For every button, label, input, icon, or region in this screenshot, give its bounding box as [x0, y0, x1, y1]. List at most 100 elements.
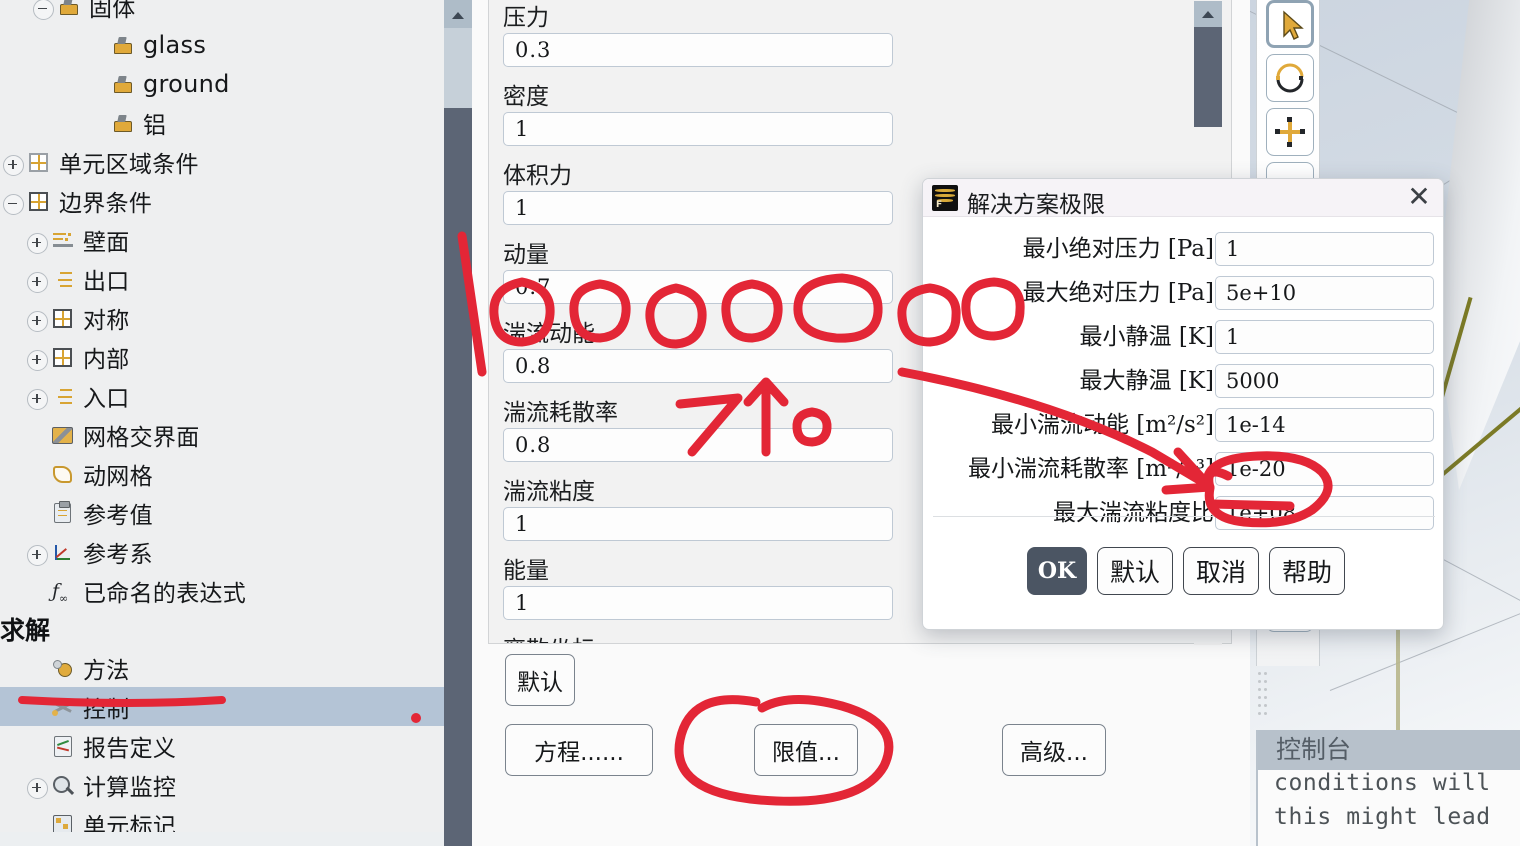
tree-expander-plus-icon[interactable]	[24, 772, 50, 799]
outline-tree-panel[interactable]: 固体 glass ground 铝单元区域条件边界条件壁面出口对称 内部入口网格交界面动…	[0, 0, 444, 832]
control-field-5: 湍流耗散率 0.8	[503, 398, 893, 462]
limit-row-5: 最小湍流耗散率 [m²/s³] 1e-20	[923, 452, 1443, 496]
limit-row-input[interactable]: 1e+08	[1215, 496, 1434, 530]
cancel-button[interactable]: 取消	[1183, 547, 1259, 595]
tree-item-label: 入口	[83, 385, 130, 412]
tree-expander-plus-icon[interactable]	[24, 305, 50, 332]
tree-expander-minus-icon[interactable]	[30, 0, 56, 20]
solution-limits-dialog[interactable]: F 解决方案极限 ✕ 最小绝对压力 [Pa] 1 最大绝对压力 [Pa] 5e+10 最…	[922, 178, 1444, 630]
grid-icon	[26, 189, 52, 213]
limit-row-input[interactable]: 1	[1215, 320, 1434, 354]
clipboard-icon	[50, 500, 76, 525]
control-field-input[interactable]: 0.8	[503, 428, 893, 462]
panel-resize-grip[interactable]	[1258, 672, 1270, 724]
tree-expander-spacer	[24, 733, 50, 759]
tree-item-label: 出口	[83, 268, 130, 295]
console-panel[interactable]: 控制台 conditions will this might lead	[1256, 730, 1520, 846]
tree-item-s2[interactable]: 报告定义	[0, 726, 444, 765]
limit-row-input[interactable]: 5e+10	[1215, 276, 1434, 310]
limit-row-0: 最小绝对压力 [Pa] 1	[923, 232, 1443, 276]
limit-row-input[interactable]: 5000	[1215, 364, 1434, 398]
tree-item-8[interactable]: 对称	[0, 298, 444, 337]
tree-item-12[interactable]: 动网格	[0, 454, 444, 493]
limit-row-label: 最大湍流粘度比	[1053, 500, 1214, 526]
cell-register-icon	[50, 812, 76, 832]
function-icon: ƒ∞	[52, 579, 69, 605]
tree-item-0[interactable]: 固体	[0, 0, 444, 25]
limit-row-label: 最小湍流动能 [m²/s²]	[990, 412, 1214, 438]
tree-item-14[interactable]: 参考系	[0, 532, 444, 571]
tree-item-13[interactable]: 参考值	[0, 493, 444, 532]
control-field-4: 湍流动能 0.8	[503, 319, 893, 383]
close-icon[interactable]: ✕	[1403, 183, 1435, 213]
tree-item-9[interactable]: 内部	[0, 337, 444, 376]
control-field-input[interactable]: 0.7	[503, 270, 893, 304]
tree-item-label: 计算监控	[83, 774, 177, 801]
dialog-default-button[interactable]: 默认	[1097, 547, 1173, 595]
control-field-input[interactable]: 0.8	[503, 349, 893, 383]
default-button[interactable]: 默认	[505, 654, 575, 706]
tree-item-11[interactable]: 网格交界面	[0, 415, 444, 454]
tree-item-15[interactable]: ƒ∞ 已命名的表达式	[0, 571, 444, 610]
limit-row-label: 最小绝对压力 [Pa]	[1022, 236, 1214, 262]
tree-item-2[interactable]: ground	[0, 64, 444, 103]
control-field-input[interactable]: 1	[503, 112, 893, 146]
dynamic-mesh-icon	[50, 462, 76, 486]
control-field-label: 湍流粘度	[503, 479, 595, 505]
tree-expander-spacer	[84, 32, 110, 58]
tree-item-5[interactable]: 边界条件	[0, 181, 444, 220]
select-pointer-icon[interactable]	[1266, 0, 1314, 48]
limit-row-input[interactable]: 1e-20	[1215, 452, 1434, 486]
tree-item-s3[interactable]: 计算监控	[0, 765, 444, 804]
control-field-0: 压力 0.3	[503, 3, 893, 67]
tree-item-label: 边界条件	[59, 190, 153, 217]
limit-row-input[interactable]: 1	[1215, 232, 1434, 266]
tree-item-label: 动网格	[83, 463, 153, 490]
tree-item-6[interactable]: 壁面	[0, 220, 444, 259]
tree-item-s0[interactable]: 方法	[0, 648, 444, 687]
tree-item-10[interactable]: 入口	[0, 376, 444, 415]
tree-item-label: 固体	[89, 0, 136, 22]
tree-item-s1[interactable]: 控制	[0, 687, 444, 726]
limit-row-2: 最小静温 [K] 1	[923, 320, 1443, 364]
tree-expander-spacer	[84, 110, 110, 136]
limits-button[interactable]: 限值...	[754, 724, 858, 776]
limit-row-6: 最大湍流粘度比 1e+08	[923, 496, 1443, 540]
tree-item-4[interactable]: 单元区域条件	[0, 142, 444, 181]
tree-scroll-thumb[interactable]	[444, 108, 472, 846]
tree-expander-plus-icon[interactable]	[0, 149, 26, 176]
tree-expander-plus-icon[interactable]	[24, 344, 50, 371]
tree-scroll-up-button[interactable]	[444, 0, 472, 28]
control-field-input[interactable]: 1	[503, 586, 893, 620]
tree-item-3[interactable]: 铝	[0, 103, 444, 142]
tree-expander-plus-icon[interactable]	[24, 227, 50, 254]
tree-expander-minus-icon[interactable]	[0, 188, 26, 215]
pan-icon[interactable]	[1266, 108, 1314, 156]
control-field-label: 压力	[503, 5, 549, 31]
limit-row-3: 最大静温 [K] 5000	[923, 364, 1443, 408]
rotate-icon[interactable]	[1266, 54, 1314, 102]
control-field-input[interactable]: 1	[503, 191, 893, 225]
task-scroll-up-button[interactable]	[1194, 1, 1222, 27]
tree-expander-plus-icon[interactable]	[24, 539, 50, 566]
limit-row-input[interactable]: 1e-14	[1215, 408, 1434, 442]
fluent-app-icon: F	[932, 185, 958, 211]
tree-item-1[interactable]: glass	[0, 25, 444, 64]
equations-button[interactable]: 方程......	[505, 724, 653, 776]
tree-expander-plus-icon[interactable]	[24, 266, 50, 293]
tree-item-7[interactable]: 出口	[0, 259, 444, 298]
solid-icon	[110, 33, 136, 57]
help-button[interactable]: 帮助	[1269, 547, 1345, 595]
tree-item-label: 参考值	[83, 502, 153, 529]
control-field-input[interactable]: 1	[503, 507, 893, 541]
control-field-input[interactable]: 0.3	[503, 33, 893, 67]
tree-scroll-track[interactable]	[444, 28, 472, 108]
tree-expander-plus-icon[interactable]	[24, 383, 50, 410]
task-scroll-thumb[interactable]	[1194, 27, 1222, 127]
tree-item-s4[interactable]: 单元标记	[0, 804, 444, 832]
advanced-button[interactable]: 高级...	[1002, 724, 1106, 776]
limit-row-label: 最小静温 [K]	[1079, 324, 1214, 350]
ok-button[interactable]: OK	[1027, 547, 1087, 595]
tree-scrollbar[interactable]	[444, 0, 472, 846]
tree-expander-spacer	[24, 461, 50, 487]
